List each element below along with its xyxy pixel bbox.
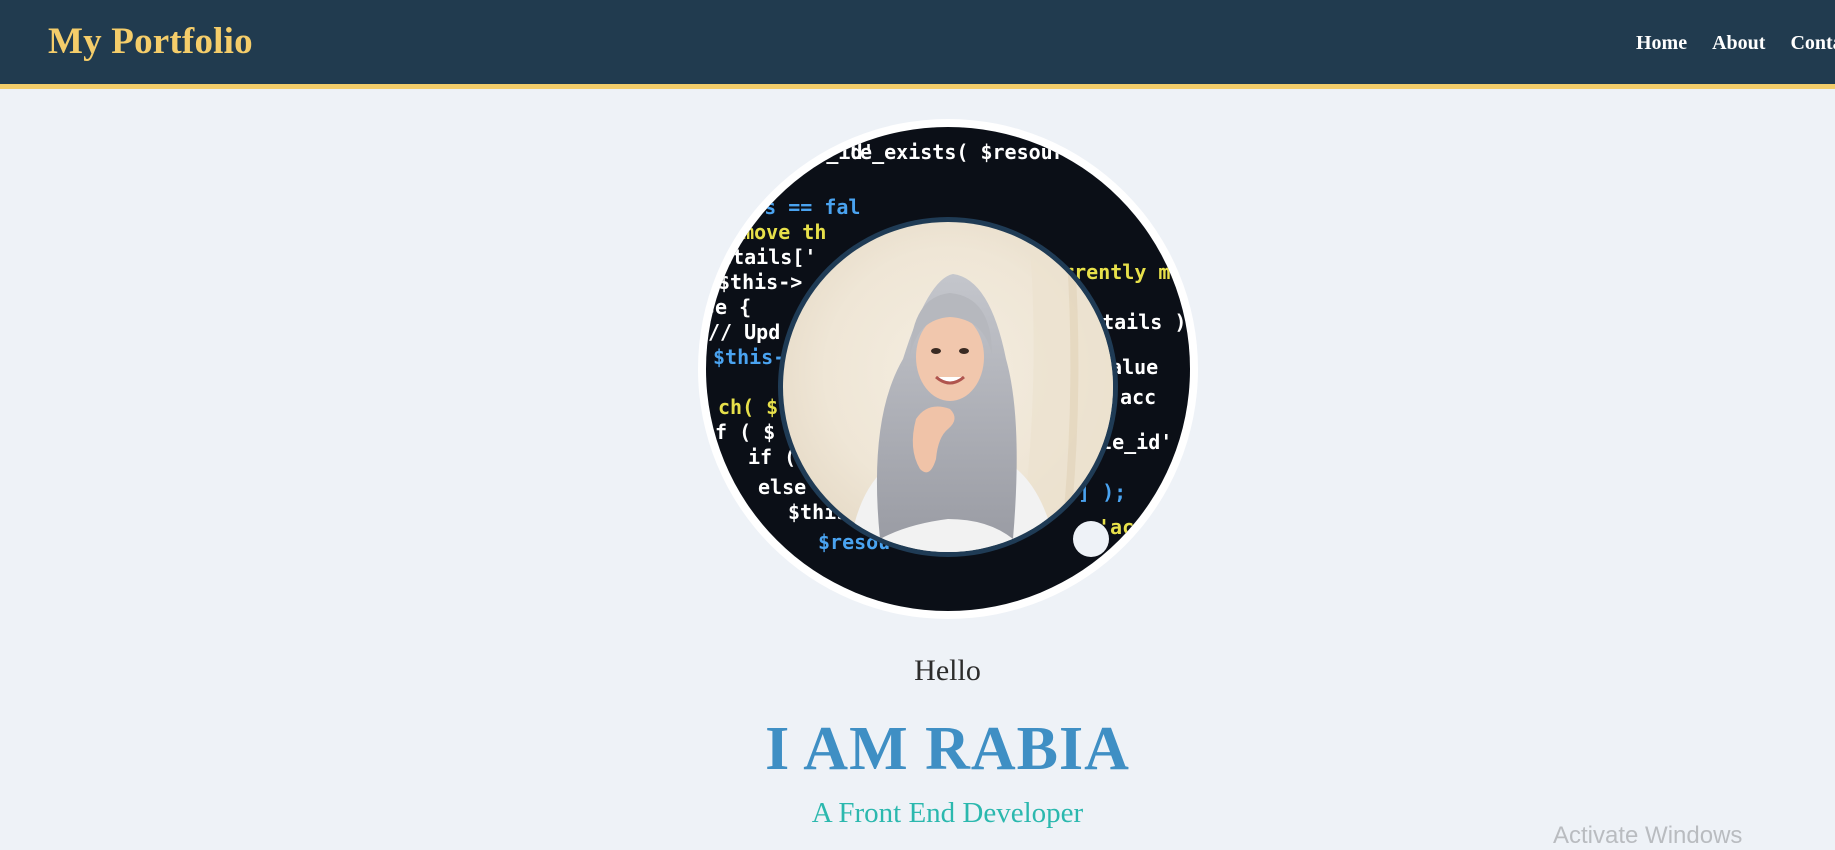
nav-link-home[interactable]: Home <box>1636 32 1687 55</box>
code-line: $this-> <box>718 270 802 294</box>
brand-logo[interactable]: My Portfolio <box>48 20 253 63</box>
nav-links: Home About Contact <box>1636 32 1835 55</box>
hero-name: I AM RABIA <box>765 715 1130 783</box>
profile-image: $resource_id' le_exists( $resource_detail… <box>698 119 1198 619</box>
profile-image-graphic: $resource_id'le_exists( $resource_detail… <box>698 119 1198 619</box>
code-line: if ( <box>748 445 796 469</box>
code-line: cess == fal <box>728 195 860 219</box>
navbar: My Portfolio Home About Contact <box>0 0 1835 89</box>
nav-link-about[interactable]: About <box>1712 32 1765 55</box>
code-line: $this- <box>713 345 785 369</box>
nav-link-contact[interactable]: Contact <box>1790 32 1835 55</box>
hero-section: $resource_id' le_exists( $resource_detail… <box>0 94 1835 837</box>
code-line: le_exists( $resource_details['id'] <box>848 140 1198 164</box>
activate-windows-watermark: Activate Windows <box>1553 822 1743 849</box>
code-line: ch( $ <box>718 395 778 419</box>
hero-greeting: Hello <box>914 654 981 687</box>
code-line: // Upd <box>708 320 780 344</box>
